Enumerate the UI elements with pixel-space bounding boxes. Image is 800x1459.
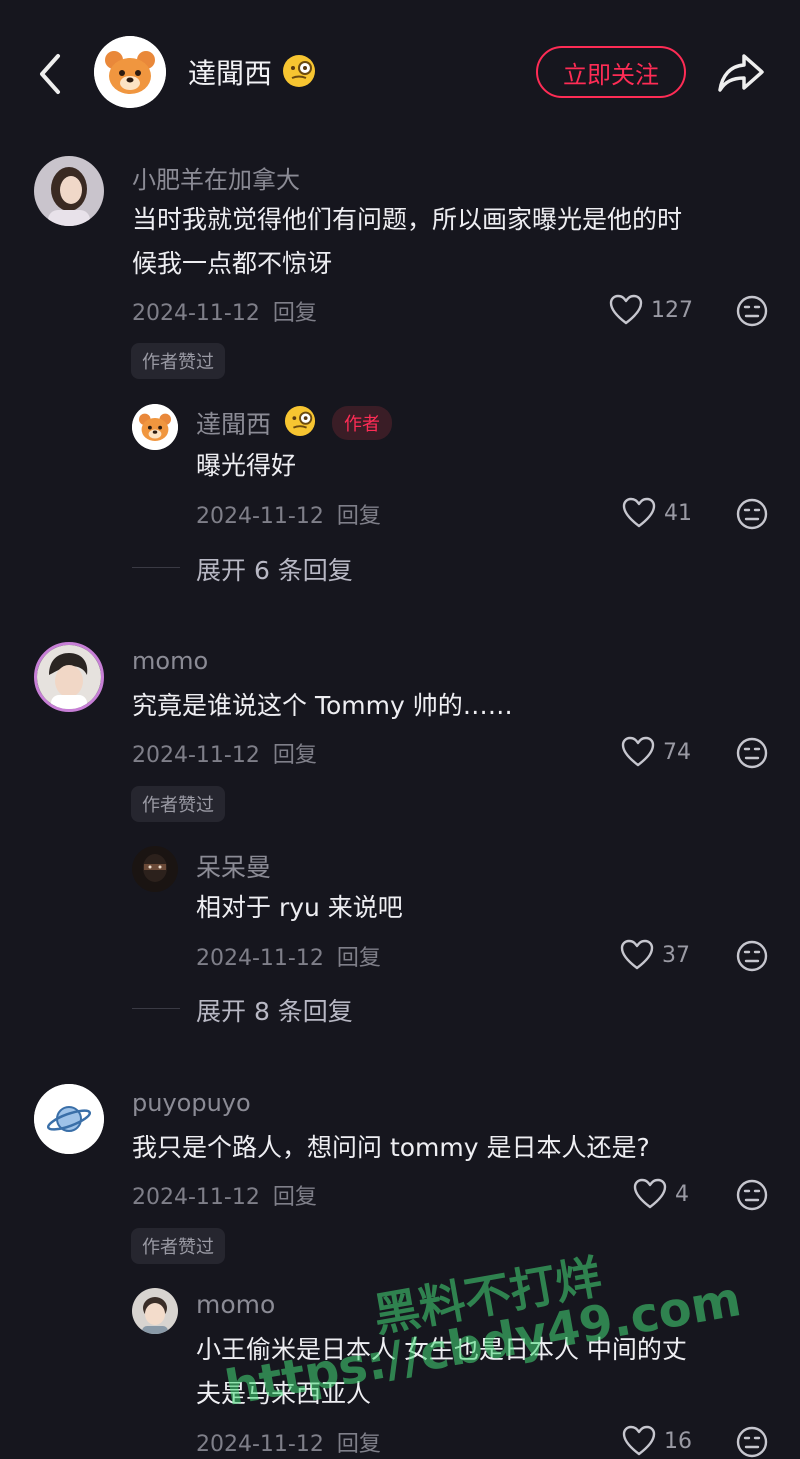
like-button[interactable]: 4: [633, 1178, 689, 1210]
commenter-name[interactable]: momo: [132, 647, 208, 675]
user-photo-avatar: [132, 1288, 178, 1334]
reply-meta: 2024-11-12 回复: [196, 940, 381, 972]
commenter-avatar[interactable]: [34, 642, 104, 712]
reply-link[interactable]: 回复: [337, 946, 381, 971]
reply-avatar[interactable]: [132, 846, 178, 892]
reply-date: 2024-11-12: [196, 946, 324, 971]
planet-avatar-icon: [34, 1084, 104, 1154]
expand-replies-button[interactable]: 展开 8 条回复: [196, 992, 353, 1028]
author-name[interactable]: 達聞西: [188, 52, 272, 92]
follow-button[interactable]: 立即关注: [536, 46, 686, 98]
author-avatar[interactable]: [94, 36, 166, 108]
heart-outline-icon: [622, 497, 656, 528]
heart-outline-icon: [622, 1425, 656, 1456]
heart-outline-icon: [620, 939, 654, 970]
neutral-face-icon[interactable]: [735, 1178, 769, 1212]
expand-divider: [132, 567, 180, 568]
author-badge: 作者: [332, 406, 392, 440]
expand-replies-button[interactable]: 展开 6 条回复: [196, 551, 353, 587]
comment-text-line: 我只是个路人，想问问 tommy 是日本人还是?: [132, 1133, 650, 1162]
author-liked-tag: 作者赞过: [131, 343, 225, 379]
reply-user-name[interactable]: 呆呆曼: [196, 848, 271, 884]
share-arrow-icon: [718, 54, 764, 92]
neutral-face-icon[interactable]: [735, 736, 769, 770]
like-button[interactable]: 41: [622, 497, 692, 529]
reply-link[interactable]: 回复: [273, 1185, 317, 1210]
user-photo-avatar: [34, 156, 104, 226]
like-count: 74: [663, 739, 691, 765]
comment-text-line: 当时我就觉得他们有问题，所以画家曝光是他的时: [132, 205, 683, 234]
expand-divider: [132, 1008, 180, 1009]
like-button[interactable]: 37: [620, 939, 690, 971]
heart-outline-icon: [621, 736, 655, 767]
reply-text: 曝光得好: [196, 451, 297, 480]
neutral-face-icon[interactable]: [735, 294, 769, 328]
reply-date: 2024-11-12: [196, 504, 324, 529]
like-count: 41: [664, 500, 692, 526]
reply-link[interactable]: 回复: [273, 301, 317, 326]
monocle-face-icon: [284, 405, 316, 437]
like-count: 4: [675, 1181, 689, 1207]
reply-meta: 2024-11-12 回复: [196, 498, 381, 530]
commenter-name[interactable]: 小肥羊在加拿大: [132, 160, 300, 195]
reply-link[interactable]: 回复: [337, 504, 381, 529]
comment-meta: 2024-11-12 回复: [132, 1179, 317, 1211]
bear-avatar-icon: [132, 404, 178, 450]
like-button[interactable]: 16: [622, 1425, 692, 1457]
comment-text-line: 候我一点都不惊讶: [132, 249, 333, 278]
reply-link[interactable]: 回复: [273, 743, 317, 768]
author-liked-tag: 作者赞过: [131, 786, 225, 822]
comment-meta: 2024-11-12 回复: [132, 737, 317, 769]
author-liked-tag: 作者赞过: [131, 1228, 225, 1264]
comment-date: 2024-11-12: [132, 743, 260, 768]
reply-meta: 2024-11-12 回复: [196, 1426, 381, 1458]
heart-outline-icon: [633, 1178, 667, 1209]
chevron-left-icon: [40, 54, 60, 94]
like-button[interactable]: 127: [609, 294, 693, 326]
like-count: 16: [664, 1428, 692, 1454]
comment-date: 2024-11-12: [132, 1185, 260, 1210]
reply-user-name[interactable]: momo: [196, 1290, 275, 1319]
commenter-avatar[interactable]: [34, 1084, 104, 1154]
top-bar: 達聞西 立即关注: [0, 0, 800, 140]
reply-date: 2024-11-12: [196, 1432, 324, 1457]
reply-avatar[interactable]: [132, 1288, 178, 1334]
commenter-avatar[interactable]: [34, 156, 104, 226]
reply-text: 相对于 ryu 来说吧: [196, 893, 403, 922]
user-photo-avatar: [132, 846, 178, 892]
reply-user-name[interactable]: 達聞西: [196, 405, 271, 441]
reply-text-line: 小王偷米是日本人 女生也是日本人 中间的丈: [196, 1335, 687, 1364]
comment-meta: 2024-11-12 回复: [132, 295, 317, 327]
reply-avatar[interactable]: [132, 404, 178, 450]
back-button[interactable]: [30, 50, 74, 98]
reply-text-line: 夫是马来西亚人: [196, 1379, 372, 1408]
user-photo-avatar: [37, 645, 101, 709]
neutral-face-icon[interactable]: [735, 1425, 769, 1459]
comment-text-line: 究竟是谁说这个 Tommy 帅的……: [132, 691, 513, 720]
like-count: 127: [651, 297, 693, 323]
neutral-face-icon[interactable]: [735, 497, 769, 531]
like-button[interactable]: 74: [621, 736, 691, 768]
heart-outline-icon: [609, 294, 643, 325]
reply-link[interactable]: 回复: [337, 1432, 381, 1457]
bear-avatar-icon: [94, 36, 166, 108]
neutral-face-icon[interactable]: [735, 939, 769, 973]
comment-date: 2024-11-12: [132, 301, 260, 326]
like-count: 37: [662, 942, 690, 968]
commenter-name[interactable]: puyopuyo: [132, 1089, 251, 1117]
monocle-face-icon: [283, 55, 315, 87]
share-button[interactable]: [716, 50, 766, 96]
